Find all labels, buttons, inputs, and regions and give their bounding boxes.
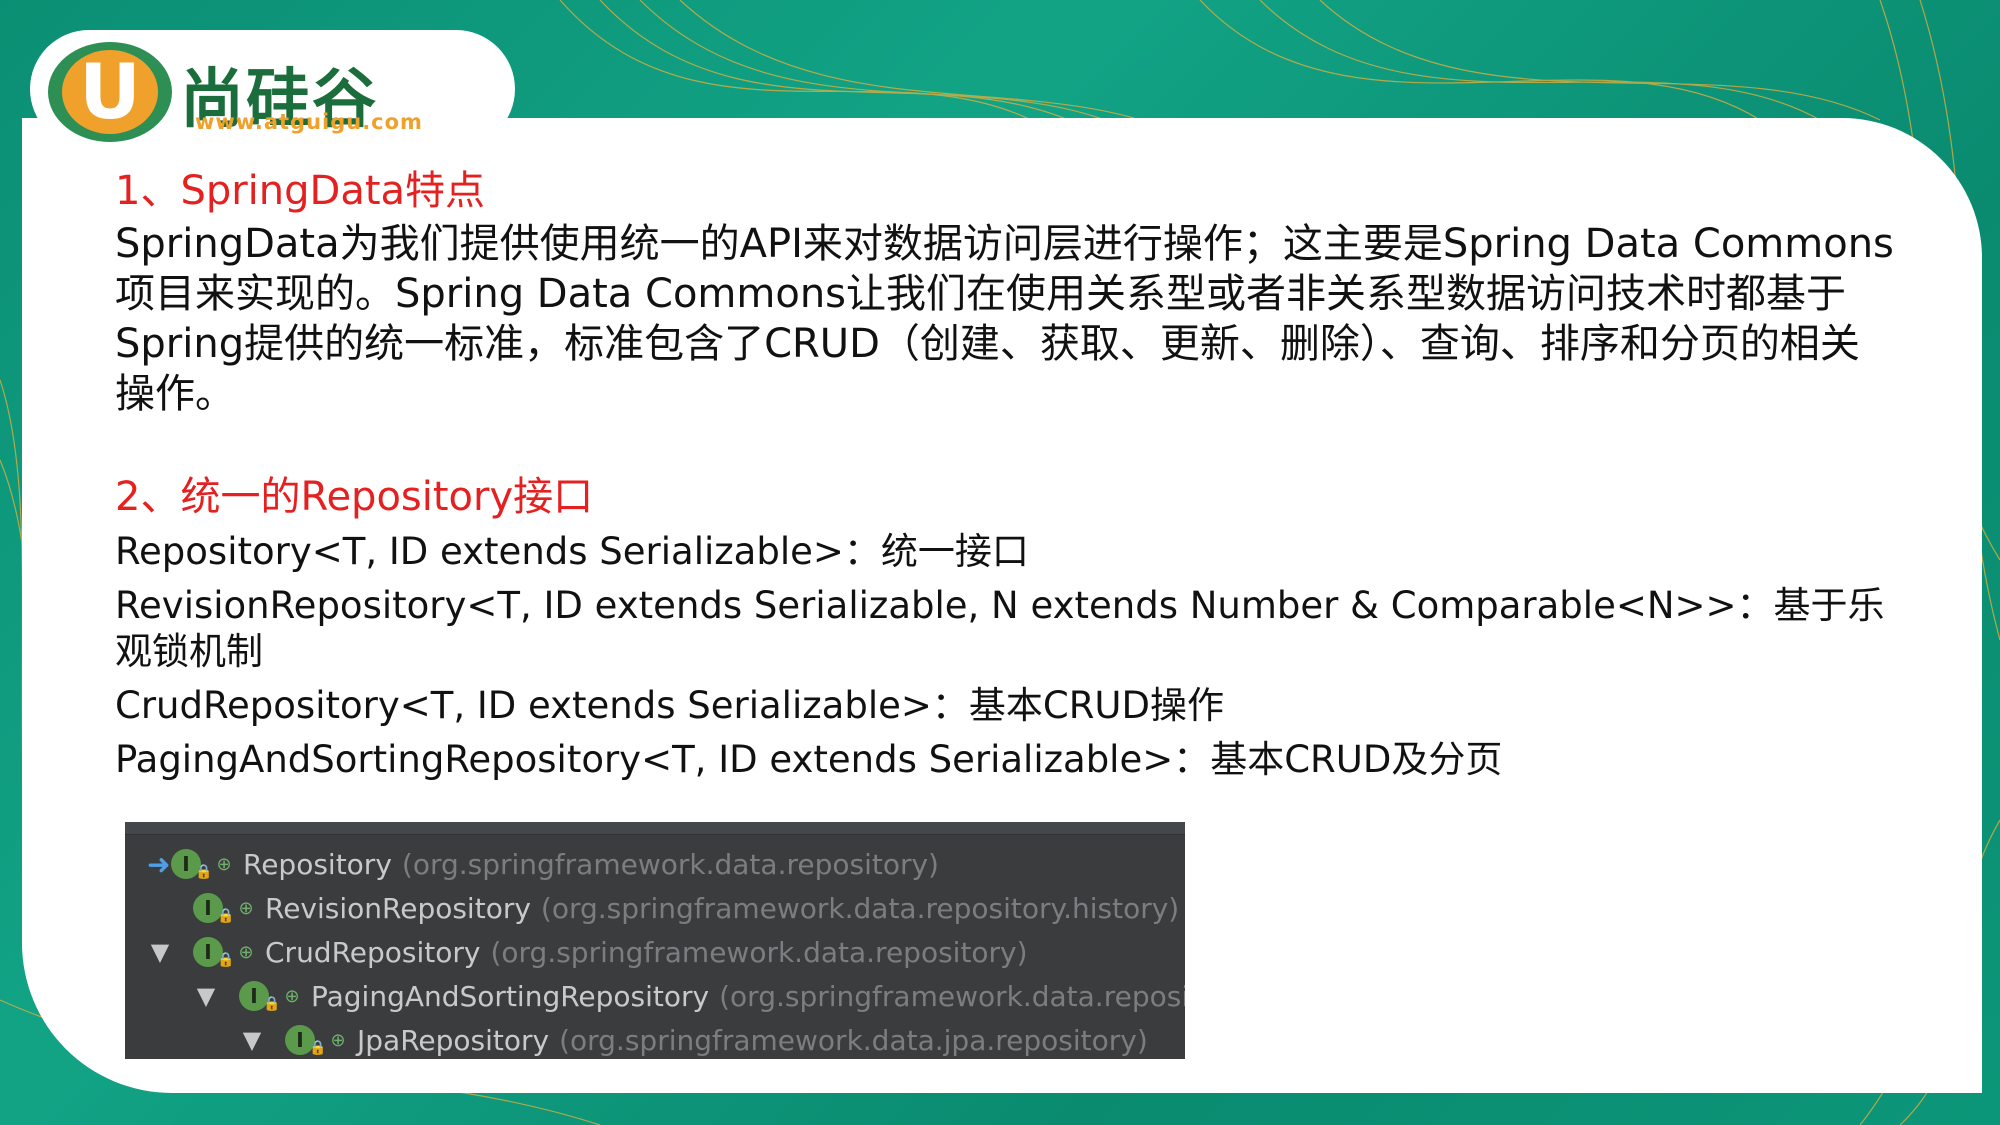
logo-url: www.atguigu.com: [195, 110, 423, 134]
section2-heading: 2、统一的Repository接口: [115, 474, 594, 520]
tree-package-name: (org.springframework.data.jpa.repository…: [559, 1023, 1148, 1057]
tree-row-jpa-repository[interactable]: ▼ I 🔒 ⊕ JpaRepository (org.springframewo…: [235, 1020, 1148, 1059]
tree-row-paging-sorting-repository[interactable]: ▼ I 🔒 ⊕ PagingAndSortingRepository (org.…: [189, 976, 1185, 1016]
expand-toggle-icon[interactable]: ▼: [143, 938, 177, 966]
lock-icon: 🔒: [217, 952, 235, 968]
ide-hierarchy-screenshot: ➜ I 🔒 ⊕ Repository (org.springframework.…: [125, 822, 1185, 1059]
tree-class-name: JpaRepository: [357, 1023, 550, 1057]
section1-paragraph: SpringData为我们提供使用统一的API来对数据访问层进行操作；这主要是S…: [115, 221, 1894, 417]
revision-repository-line: RevisionRepository<T, ID extends Seriali…: [115, 584, 1885, 673]
public-access-icon: ⊕: [238, 941, 254, 963]
paging-sorting-repository-line: PagingAndSortingRepository<T, ID extends…: [115, 738, 1503, 781]
tree-package-name: (org.springframework.data.repository): [401, 847, 939, 881]
logo-badge-letter: U: [62, 50, 158, 134]
crud-repository-line: CrudRepository<T, ID extends Serializabl…: [115, 684, 1224, 727]
lock-icon: 🔒: [309, 1040, 327, 1056]
slide-content: 1、SpringData特点 SpringData为我们提供使用统一的API来对…: [115, 165, 1895, 791]
tree-row-crud-repository[interactable]: ▼ I 🔒 ⊕ CrudRepository (org.springframew…: [143, 932, 1028, 972]
tree-class-name: RevisionRepository: [265, 891, 531, 925]
section1-heading: 1、SpringData特点: [115, 168, 486, 214]
lock-icon: 🔒: [217, 908, 235, 924]
public-access-icon: ⊕: [284, 985, 300, 1007]
ide-toolbar-strip: [125, 822, 1185, 835]
public-access-icon: ⊕: [238, 897, 254, 919]
expand-toggle-icon[interactable]: ▼: [189, 982, 223, 1010]
expand-toggle-icon[interactable]: ▼: [235, 1026, 269, 1054]
tree-package-name: (org.springframework.data.repository.his…: [540, 891, 1180, 925]
logo-u-badge-icon: U: [48, 42, 172, 142]
tree-class-name: Repository: [243, 847, 392, 881]
public-access-icon: ⊕: [216, 853, 232, 875]
public-access-icon: ⊕: [330, 1029, 346, 1051]
tree-package-name: (org.springframework.data.reposito: [719, 979, 1185, 1013]
lock-icon: 🔒: [195, 864, 213, 880]
repository-line: Repository<T, ID extends Serializable>：统…: [115, 530, 1029, 573]
tree-row-repository[interactable]: ➜ I 🔒 ⊕ Repository (org.springframework.…: [147, 844, 939, 884]
tree-package-name: (org.springframework.data.repository): [490, 935, 1028, 969]
tree-class-name: PagingAndSortingRepository: [311, 979, 710, 1013]
lock-icon: 🔒: [263, 996, 281, 1012]
tree-row-revision-repository[interactable]: I 🔒 ⊕ RevisionRepository (org.springfram…: [193, 888, 1179, 928]
current-arrow-icon: ➜: [147, 847, 171, 881]
tree-class-name: CrudRepository: [265, 935, 481, 969]
